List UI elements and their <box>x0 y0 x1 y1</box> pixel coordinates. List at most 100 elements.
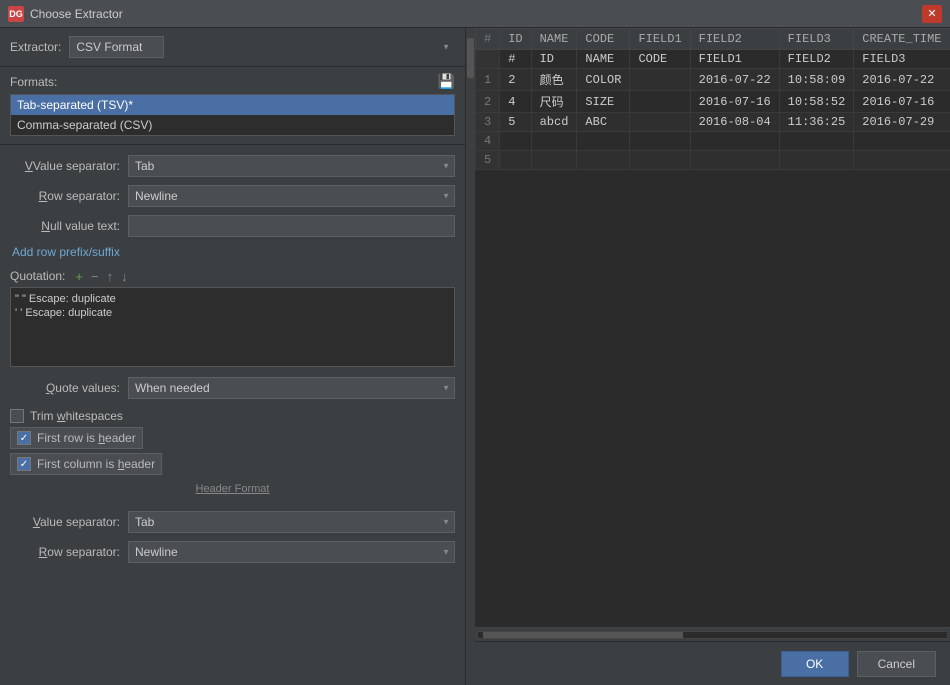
null-value-input[interactable] <box>128 215 455 237</box>
cell-id: # <box>500 50 531 69</box>
cell-field1 <box>630 91 690 113</box>
quotation-list: " " Escape: duplicate ' ' Escape: duplic… <box>10 287 455 367</box>
quotation-item-double[interactable]: " " Escape: duplicate <box>15 292 450 306</box>
first-row-header-checkbox[interactable]: ✓ <box>17 431 31 445</box>
cell-code: COLOR <box>577 69 630 91</box>
extractor-row: Extractor: CSV Format <box>0 28 465 67</box>
extractor-label: Extractor: <box>10 40 61 54</box>
cell-field3: 10:58:52 <box>779 91 854 113</box>
quotation-remove-button[interactable]: − <box>89 270 101 283</box>
format-item-csv[interactable]: Comma-separated (CSV) <box>11 115 454 135</box>
quote-values-select[interactable]: When needed Always Never <box>128 377 455 399</box>
quotation-add-button[interactable]: + <box>73 270 85 283</box>
col-header-field2: FIELD2 <box>690 29 779 50</box>
trim-whitespaces-checkbox[interactable] <box>10 409 24 423</box>
title-bar: DG Choose Extractor ✕ <box>0 0 950 28</box>
cell-rownum: 4 <box>476 132 500 151</box>
cell-field3: FIELD2 <box>779 50 854 69</box>
cell-id: 4 <box>500 91 531 113</box>
cell-name: 颜色 <box>531 69 577 91</box>
header-format-section: Header Format <box>0 479 465 503</box>
value-separator-2-select-wrapper: Tab Comma <box>128 511 455 533</box>
title-bar-left: DG Choose Extractor <box>8 6 123 22</box>
data-table-container[interactable]: # ID NAME CODE FIELD1 FIELD2 FIELD3 CREA… <box>475 28 950 627</box>
format-item-tsv[interactable]: Tab-separated (TSV)* <box>11 95 454 115</box>
quotation-up-button[interactable]: ↑ <box>105 270 116 283</box>
quote-values-label: Quote values: <box>10 381 120 395</box>
close-button[interactable]: ✕ <box>922 5 942 23</box>
right-panel: # ID NAME CODE FIELD1 FIELD2 FIELD3 CREA… <box>475 28 950 685</box>
trim-whitespaces-row: Trim whitespaces <box>10 409 455 423</box>
table-row: 5 <box>476 151 950 170</box>
cell-field1 <box>630 151 690 170</box>
cell-rownum <box>476 50 500 69</box>
quotation-down-button[interactable]: ↓ <box>119 270 130 283</box>
cell-id: 5 <box>500 113 531 132</box>
cell-create: FIELD3 <box>854 50 950 69</box>
row-separator-2-label: Row separator: <box>10 545 120 559</box>
cell-field2: 2016-07-16 <box>690 91 779 113</box>
value-separator-row: VValue separator: Tab Comma Semicolon <box>10 155 455 177</box>
cell-rownum: 2 <box>476 91 500 113</box>
extractor-select[interactable]: CSV Format <box>69 36 164 58</box>
cell-create: 2016-07-29 <box>854 113 950 132</box>
cell-create <box>854 151 950 170</box>
formats-label: Formats: <box>10 75 57 89</box>
trim-whitespaces-label: Trim whitespaces <box>30 409 123 423</box>
add-row-link[interactable]: Add row prefix/suffix <box>12 245 120 259</box>
cell-field2 <box>690 132 779 151</box>
first-col-header-checkbox[interactable]: ✓ <box>17 457 31 471</box>
cell-field1: CODE <box>630 50 690 69</box>
cell-name: 尺码 <box>531 91 577 113</box>
quotation-item-single[interactable]: ' ' Escape: duplicate <box>15 306 450 320</box>
formats-save-button[interactable]: 💾 <box>438 73 455 90</box>
first-col-header-row: ✓ First column is header <box>10 453 455 475</box>
cancel-button[interactable]: Cancel <box>857 651 936 677</box>
cell-field1 <box>630 69 690 91</box>
cell-id <box>500 151 531 170</box>
cell-field2: 2016-08-04 <box>690 113 779 132</box>
cell-field3: 10:58:09 <box>779 69 854 91</box>
row-separator-select[interactable]: Newline CR+LF <box>128 185 455 207</box>
cell-code <box>577 132 630 151</box>
horizontal-scrollbar[interactable] <box>475 627 950 641</box>
cell-rownum: 3 <box>476 113 500 132</box>
cell-create: 2016-07-22 <box>854 69 950 91</box>
left-panel: Extractor: CSV Format Formats: 💾 Tab-sep… <box>0 28 465 685</box>
quotation-label: Quotation: <box>10 269 65 283</box>
add-row-section: Add row prefix/suffix <box>0 245 465 265</box>
h-scrollbar-track <box>477 631 948 639</box>
quote-values-row: Quote values: When needed Always Never <box>0 371 465 405</box>
cell-code <box>577 151 630 170</box>
cell-name: ID <box>531 50 577 69</box>
extractor-select-wrapper: CSV Format <box>69 36 455 58</box>
first-col-header-highlight: ✓ First column is header <box>10 453 162 475</box>
cell-rownum: 5 <box>476 151 500 170</box>
table-row: 1 2 颜色 COLOR 2016-07-22 10:58:09 2016-07… <box>476 69 950 91</box>
ok-button[interactable]: OK <box>781 651 849 677</box>
header-format-link[interactable]: Header Format <box>196 483 270 495</box>
value-separator-select[interactable]: Tab Comma Semicolon <box>128 155 455 177</box>
value-separator-2-select[interactable]: Tab Comma <box>128 511 455 533</box>
cell-field3 <box>779 132 854 151</box>
first-row-header-row: ✓ First row is header <box>10 427 455 449</box>
formats-section: Formats: 💾 Tab-separated (TSV)* Comma-se… <box>0 67 465 142</box>
col-header-field3: FIELD3 <box>779 29 854 50</box>
cell-name: abcd <box>531 113 577 132</box>
left-scrollbar-thumb <box>467 38 474 78</box>
cell-name <box>531 132 577 151</box>
row-separator-2-select[interactable]: Newline CR+LF <box>128 541 455 563</box>
table-row: 4 <box>476 132 950 151</box>
h-scrollbar-thumb <box>483 632 683 638</box>
value-separator-label: VValue separator: <box>10 159 120 173</box>
left-scrollbar[interactable] <box>465 28 475 685</box>
cell-field1 <box>630 132 690 151</box>
first-row-header-highlight: ✓ First row is header <box>10 427 143 449</box>
cell-code: NAME <box>577 50 630 69</box>
cell-code: ABC <box>577 113 630 132</box>
first-col-header-label: First column is header <box>37 457 155 471</box>
col-header-name: NAME <box>531 29 577 50</box>
cell-create: 2016-07-16 <box>854 91 950 113</box>
app-icon: DG <box>8 6 24 22</box>
value-separator-2-row: Value separator: Tab Comma <box>10 511 455 533</box>
